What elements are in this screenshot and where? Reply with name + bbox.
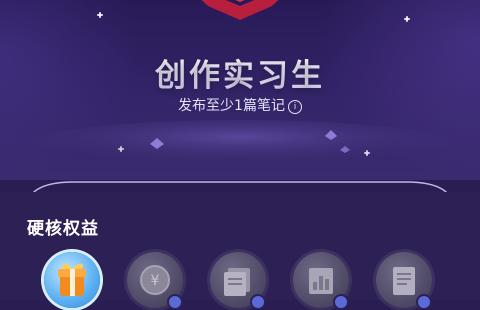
sparkle-icon <box>404 16 410 22</box>
lock-badge <box>333 294 349 310</box>
badge-ribbon-icon <box>201 0 279 20</box>
perks-row: ¥ <box>0 252 480 310</box>
sparkle-icon <box>97 12 103 18</box>
perks-section-title: 硬核权益 <box>27 219 99 239</box>
svg-text:¥: ¥ <box>151 273 160 289</box>
lock-badge <box>416 294 432 310</box>
badge-title: 创作实习生 <box>0 50 480 95</box>
lock-badge <box>250 294 266 310</box>
hero-banner: 创作实习生 发布至少1篇笔记 i <box>0 0 480 180</box>
lock-badge <box>167 294 183 310</box>
